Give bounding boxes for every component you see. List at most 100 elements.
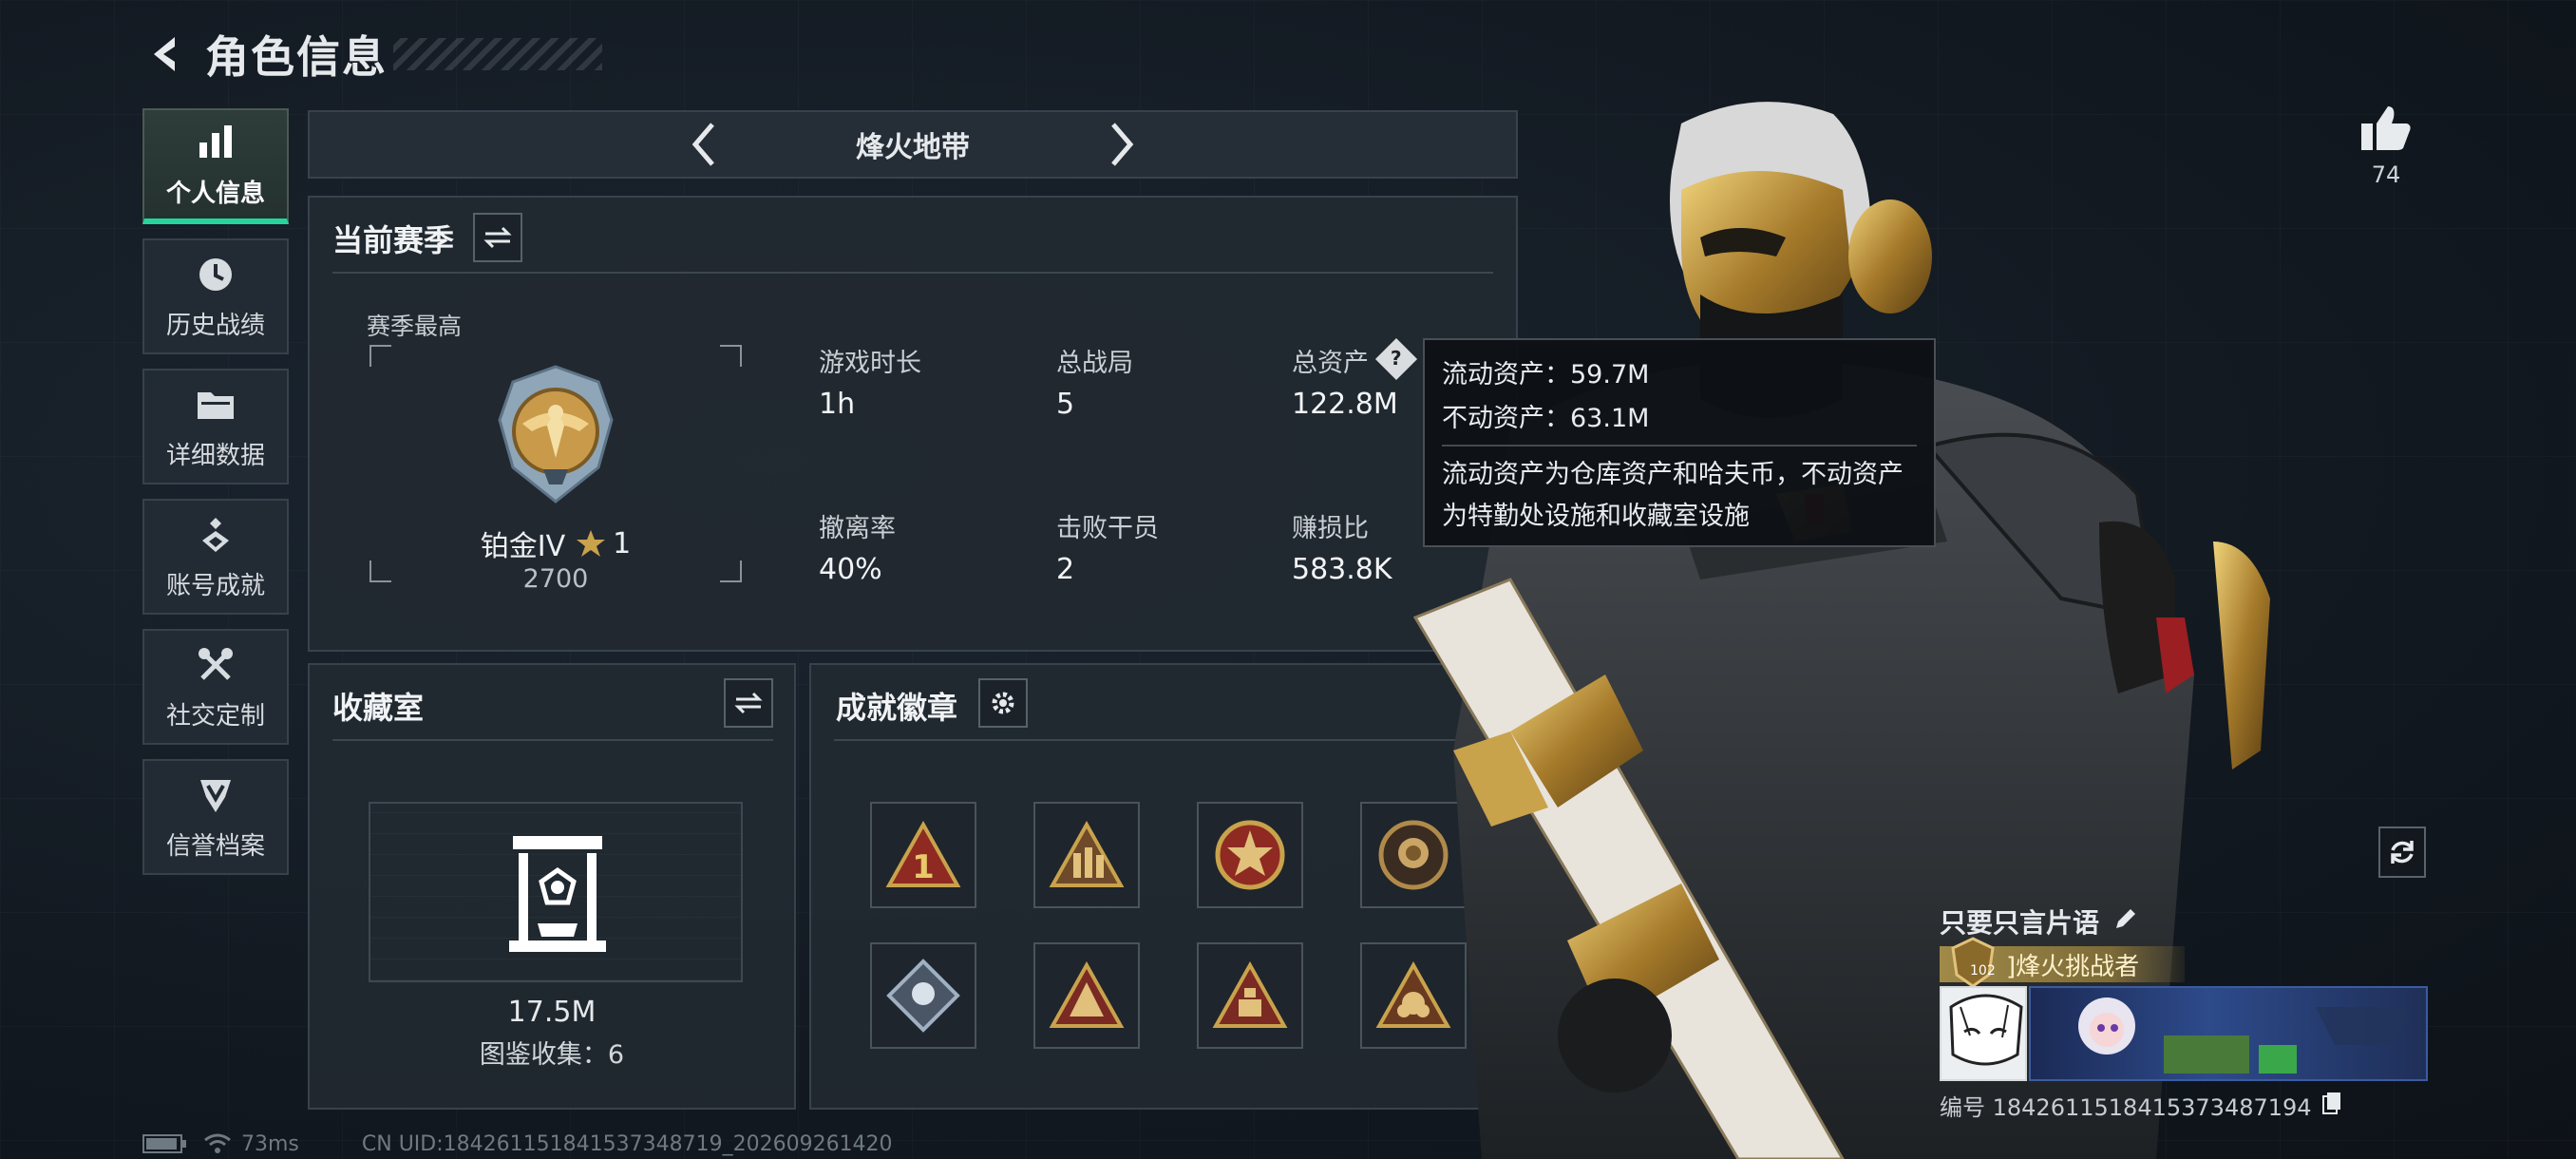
assets-tooltip: 流动资产：59.7M 不动资产：63.1M 流动资产为仓库资产和哈夫币，不动资产… xyxy=(1423,338,1936,547)
nav-item-achievements[interactable]: 账号成就 xyxy=(142,499,289,615)
title-decoration xyxy=(393,38,602,70)
star-emblem-badge[interactable] xyxy=(1197,802,1303,908)
chevron-right-icon xyxy=(1111,123,1134,166)
season-title: 当前赛季 xyxy=(332,222,455,258)
mode-selector: 烽火地带 xyxy=(308,110,1518,179)
tooltip-description-2: 为特勤处设施和收藏室设施 xyxy=(1442,502,1750,531)
stat-label: 总资产 xyxy=(1292,349,1369,378)
star-icon xyxy=(577,530,606,557)
edit-motto-button[interactable] xyxy=(2112,905,2139,939)
refresh-button[interactable] xyxy=(2378,826,2426,878)
player-title: ]烽火挑战者 xyxy=(2006,952,2140,981)
uid-text: CN UID:184261151841537348719_20260926142… xyxy=(361,1131,893,1156)
refresh-icon xyxy=(2391,841,2414,864)
swap-icon xyxy=(483,226,512,249)
season-divider xyxy=(332,272,1493,274)
left-nav: 个人信息 历史战绩 详细数据 账号成就 社交定制 信誉档案 xyxy=(142,108,289,889)
collection-panel: 收藏室 17.5M 图鉴收集：6 xyxy=(308,663,796,1110)
squad-badge[interactable] xyxy=(1033,802,1140,908)
stat-value: 1h xyxy=(819,388,856,421)
like-widget: 74 xyxy=(2356,103,2416,188)
motto-text: 只要只言片语 xyxy=(1940,907,2100,939)
player-id: 编号 1842611518415373487194 xyxy=(1940,1094,2312,1121)
collection-value: 17.5M xyxy=(507,996,597,1029)
season-panel: 当前赛季 赛季最高 铂金IV 1 2700 游戏时长 1h 总战局 5 总资产 … xyxy=(308,196,1518,652)
svg-text:1: 1 xyxy=(912,848,935,886)
nav-label: 个人信息 xyxy=(165,179,265,208)
collection-switch-button[interactable] xyxy=(724,678,773,728)
tooltip-fixed-assets: 不动资产：63.1M xyxy=(1442,404,1650,433)
collection-divider xyxy=(332,739,773,741)
stat-value: 5 xyxy=(1056,388,1075,421)
nav-item-personal-info[interactable]: 个人信息 xyxy=(142,108,289,224)
thumbs-up-icon xyxy=(2361,106,2411,150)
achievement-icon xyxy=(194,513,237,557)
status-bar: 73ms CN UID:184261151841537348719_202609… xyxy=(142,1130,893,1157)
collection-title: 收藏室 xyxy=(332,690,425,726)
rank-badge-icon xyxy=(498,365,614,504)
stat-value: 583.8K xyxy=(1292,553,1392,586)
collection-count: 图鉴收集：6 xyxy=(479,1040,625,1070)
clock-icon xyxy=(194,253,237,296)
rank-stars: 1 xyxy=(613,526,632,560)
player-level: 102 xyxy=(1970,963,1996,978)
stack-badge[interactable] xyxy=(1197,942,1303,1049)
nav-label: 信誉档案 xyxy=(165,831,265,861)
gear-icon xyxy=(992,692,1014,714)
nav-item-details[interactable]: 详细数据 xyxy=(142,369,289,484)
season-switch-button[interactable] xyxy=(473,213,522,262)
stat-label: 击败干员 xyxy=(1056,514,1159,543)
wifi-icon xyxy=(204,1133,231,1153)
pencil-icon xyxy=(2116,908,2136,928)
battery-icon xyxy=(142,1134,186,1153)
page-title: 角色信息 xyxy=(205,31,388,83)
back-button[interactable] xyxy=(142,29,192,79)
name-card-banner[interactable] xyxy=(2029,986,2428,1081)
shield-icon xyxy=(194,773,237,817)
avatar-portrait[interactable] xyxy=(1940,986,2027,1081)
like-button[interactable] xyxy=(2356,103,2416,156)
rank-frame: 铂金IV 1 2700 xyxy=(369,344,743,594)
nav-label: 账号成就 xyxy=(165,571,265,600)
nav-label: 社交定制 xyxy=(165,701,265,731)
mode-title: 烽火地带 xyxy=(856,131,970,164)
vault-icon xyxy=(509,836,606,952)
ping-value: 73ms xyxy=(241,1131,299,1156)
tools-icon xyxy=(194,643,237,687)
collection-showcase[interactable] xyxy=(369,802,743,982)
tooltip-divider xyxy=(1442,445,1917,446)
player-title-bar: 102 ]烽火挑战者 xyxy=(1940,937,2185,988)
stat-label: 总战局 xyxy=(1056,349,1133,378)
level-emblem: 102 xyxy=(1949,937,1997,988)
folder-icon xyxy=(194,383,237,427)
next-mode-button[interactable] xyxy=(1093,116,1150,173)
badges-settings-button[interactable] xyxy=(978,678,1028,728)
prev-mode-button[interactable] xyxy=(675,116,732,173)
rank-name: 铂金IV xyxy=(480,530,566,563)
copy-icon xyxy=(2321,1092,2340,1114)
bar-chart-icon xyxy=(194,121,237,164)
rank-points: 2700 xyxy=(522,564,589,594)
stat-value: 122.8M xyxy=(1292,388,1398,421)
stat-label: 游戏时长 xyxy=(819,349,921,378)
season-best-label: 赛季最高 xyxy=(367,313,463,340)
copy-id-button[interactable] xyxy=(2321,1091,2342,1121)
nav-item-reputation[interactable]: 信誉档案 xyxy=(142,759,289,875)
rank-name-row: 铂金IV 1 xyxy=(369,522,743,564)
nav-label: 历史战绩 xyxy=(165,311,265,340)
rank-one-badge[interactable]: 1 xyxy=(870,802,976,908)
stat-label: 赚损比 xyxy=(1292,514,1369,543)
player-id-row: 编号 1842611518415373487194 xyxy=(1940,1089,2428,1122)
swap-icon xyxy=(734,692,763,714)
badges-title: 成就徽章 xyxy=(836,690,958,726)
nav-item-history[interactable]: 历史战绩 xyxy=(142,238,289,354)
back-arrow-icon xyxy=(154,37,175,71)
motto-row: 只要只言片语 xyxy=(1940,901,2428,942)
page-header: 角色信息 xyxy=(142,21,602,87)
tent-badge[interactable] xyxy=(1033,942,1140,1049)
profile-card: 只要只言片语 102 ]烽火挑战者 编号 1842611518415373487… xyxy=(1940,901,2428,1122)
nav-item-social[interactable]: 社交定制 xyxy=(142,629,289,745)
crystal-badge[interactable] xyxy=(870,942,976,1049)
chevron-left-icon xyxy=(691,123,714,166)
stat-label: 撤离率 xyxy=(819,514,896,543)
